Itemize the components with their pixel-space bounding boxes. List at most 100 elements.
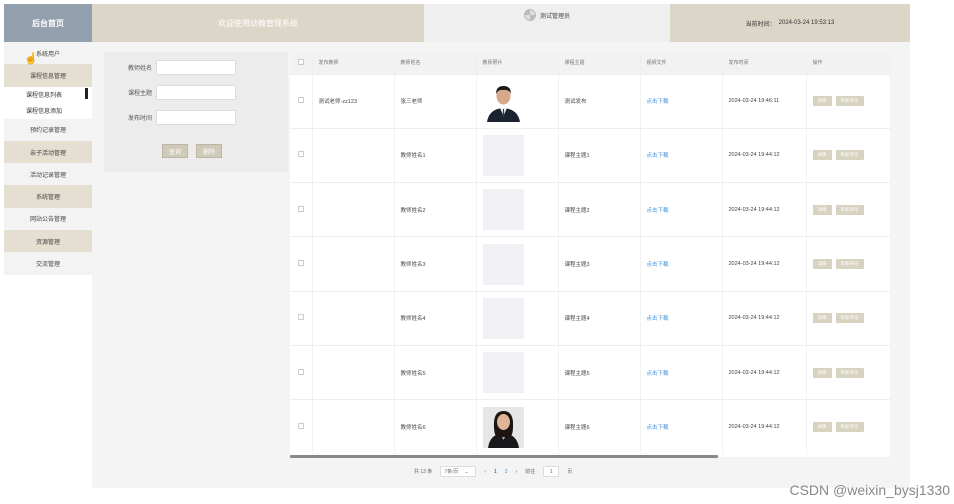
cell-teacher-name: 教师姓名2 <box>394 182 477 237</box>
download-link[interactable]: 点击下载 <box>647 425 669 431</box>
cell-publish-time: 2024-03-24 19:44:12 <box>722 344 807 400</box>
cell-course-topic: 测试发布 <box>558 73 641 129</box>
detail-button[interactable]: 详情 <box>812 204 832 215</box>
cell-video-file: 点击下载 <box>640 344 723 400</box>
course-topic-input[interactable] <box>156 85 236 100</box>
cell-publisher: 测试老师-zz123 <box>312 73 395 129</box>
avatar-icon <box>523 9 536 21</box>
time-label: 当前时间： <box>745 21 776 28</box>
cell-teacher-name: 张三老师 <box>394 73 477 129</box>
horizontal-scrollbar[interactable] <box>290 455 718 458</box>
teacher-name-label: 教师姓名 <box>127 66 152 72</box>
review-comments-button[interactable]: 审核评论 <box>835 367 864 378</box>
col-video-file: 视频文件 <box>640 52 723 74</box>
sidebar-item-0[interactable]: 系统用户 <box>4 42 92 65</box>
sidebar-item-6[interactable]: 活动记录管理 <box>4 163 92 186</box>
detail-button[interactable]: 详情 <box>812 259 832 270</box>
watermark: CSDN @weixin_bysj1330 <box>789 482 950 498</box>
detail-button[interactable]: 详情 <box>812 150 832 161</box>
table-row[interactable]: 教师姓名6 课程主题6 点击下载 2024-03-24 19:44:12 详情 审核评论 <box>290 399 891 455</box>
cell-video-file: 点击下载 <box>640 73 723 129</box>
detail-button[interactable]: 详情 <box>812 313 832 324</box>
detail-button[interactable]: 详情 <box>812 422 832 433</box>
sidebar-item-10[interactable]: 交流管理 <box>4 252 92 275</box>
teacher-name-input[interactable] <box>156 60 236 75</box>
sidebar-item-3[interactable]: 课程信息添加 <box>4 102 92 119</box>
cell-actions: 详情 审核评论 <box>806 290 891 346</box>
row-checkbox[interactable] <box>298 314 304 321</box>
table-row[interactable]: 教师姓名4 课程主题4 点击下载 2024-03-24 19:44:12 详情 审核评论 <box>290 290 891 346</box>
cell-teacher-photo <box>476 182 559 237</box>
review-comments-button[interactable]: 审核评论 <box>835 422 864 433</box>
cell-publisher <box>312 236 395 292</box>
sidebar-item-5[interactable]: 亲子活动管理 <box>4 140 92 164</box>
row-checkbox[interactable] <box>298 205 304 212</box>
review-comments-button[interactable]: 审核评论 <box>835 150 864 161</box>
cell-video-file: 点击下载 <box>640 290 723 346</box>
home-link[interactable]: 后台首页 <box>4 4 92 42</box>
review-comments-button[interactable]: 审核评论 <box>835 259 864 270</box>
top-header: 后台首页 欢迎使用幼教管理系统 测试管理员 当前时间： 2024-03-24 1… <box>4 4 910 42</box>
cell-course-topic: 课程主题6 <box>558 399 641 455</box>
current-time: 当前时间： 2024-03-24 19:53:13 <box>670 4 910 42</box>
detail-button[interactable]: 详情 <box>812 96 832 107</box>
next-page-button[interactable]: › <box>516 469 518 475</box>
download-link[interactable]: 点击下载 <box>647 316 669 322</box>
review-comments-button[interactable]: 审核评论 <box>835 313 864 324</box>
download-link[interactable]: 点击下载 <box>647 208 669 214</box>
cell-publish-time: 2024-03-24 19:44:12 <box>722 236 807 292</box>
sidebar-item-9[interactable]: 资源管理 <box>4 230 92 253</box>
review-comments-button[interactable]: 审核评论 <box>835 204 864 215</box>
table-row[interactable]: 教师姓名5 课程主题5 点击下载 2024-03-24 19:44:12 详情 审核评论 <box>290 344 891 400</box>
time-value: 2024-03-24 19:53:13 <box>778 20 835 26</box>
page-size-value: 7条/页 <box>444 469 459 475</box>
table-row[interactable]: 测试老师-zz123 张三老师 测试发布 点击下载 2024-03-24 19:46:1… <box>290 73 891 129</box>
page-1-button[interactable]: 1 <box>494 469 497 475</box>
detail-button[interactable]: 详情 <box>812 367 832 378</box>
sidebar-item-1[interactable]: 课程信息管理 <box>4 64 92 87</box>
teacher-photo <box>482 134 524 176</box>
page-2-button[interactable]: 2 <box>505 469 508 475</box>
table-header-row: 发布教师 教师姓名 教师照片 课程主题 视频文件 发布时间 操作 <box>290 52 891 74</box>
publish-time-input[interactable] <box>156 110 236 125</box>
row-checkbox[interactable] <box>298 260 304 267</box>
search-button[interactable]: 查询 <box>162 144 189 158</box>
sidebar-item-2[interactable]: 课程信息列表 <box>4 86 92 103</box>
download-link[interactable]: 点击下载 <box>647 153 669 159</box>
sidebar-item-7[interactable]: 系统管理 <box>4 185 92 208</box>
row-checkbox[interactable] <box>298 368 304 375</box>
row-checkbox[interactable] <box>298 97 304 104</box>
select-all-checkbox[interactable] <box>298 58 304 65</box>
cell-publish-time: 2024-03-24 19:44:12 <box>722 290 807 346</box>
sidebar-item-8[interactable]: 网站公告管理 <box>4 207 92 231</box>
sidebar-item-4[interactable]: 预约记录管理 <box>4 118 92 141</box>
table-row[interactable]: 教师姓名2 课程主题2 点击下载 2024-03-24 19:44:12 详情 审核评论 <box>290 182 891 237</box>
cell-course-topic: 课程主题2 <box>558 182 641 237</box>
teacher-photo <box>482 189 524 231</box>
review-comments-button[interactable]: 审核评论 <box>835 96 864 107</box>
course-table: 发布教师 教师姓名 教师照片 课程主题 视频文件 发布时间 操作 测试老师-zz… <box>290 52 891 458</box>
prev-page-button[interactable]: ‹ <box>484 469 486 475</box>
download-link[interactable]: 点击下载 <box>647 99 669 105</box>
total-count: 共 13 条 <box>414 469 433 475</box>
table-row[interactable]: 教师姓名3 课程主题3 点击下载 2024-03-24 19:44:12 详情 审核评论 <box>290 236 891 292</box>
teacher-photo <box>482 243 524 285</box>
cell-publish-time: 2024-03-24 19:44:12 <box>722 182 807 237</box>
col-course-topic: 课程主题 <box>558 52 641 74</box>
page-suffix: 页 <box>567 469 573 475</box>
page-size-select[interactable]: 7条/页 ⌄ <box>440 466 477 477</box>
cell-video-file: 点击下载 <box>640 236 723 292</box>
cell-video-file: 点击下载 <box>640 127 723 183</box>
row-checkbox[interactable] <box>298 423 304 430</box>
cell-actions: 详情 审核评论 <box>806 236 891 292</box>
delete-button[interactable]: 删除 <box>196 144 223 158</box>
table-row[interactable]: 教师姓名1 课程主题1 点击下载 2024-03-24 19:44:12 详情 审核评论 <box>290 127 891 183</box>
goto-page-input[interactable]: 1 <box>543 466 560 477</box>
cell-teacher-photo <box>476 127 559 183</box>
search-panel: 教师姓名 课程主题 发布时间 查询 删除 <box>104 52 288 172</box>
download-link[interactable]: 点击下载 <box>647 371 669 377</box>
row-checkbox[interactable] <box>298 151 304 158</box>
download-link[interactable]: 点击下载 <box>647 262 669 268</box>
cell-teacher-photo <box>476 399 559 455</box>
user-info[interactable]: 测试管理员 <box>424 4 670 42</box>
